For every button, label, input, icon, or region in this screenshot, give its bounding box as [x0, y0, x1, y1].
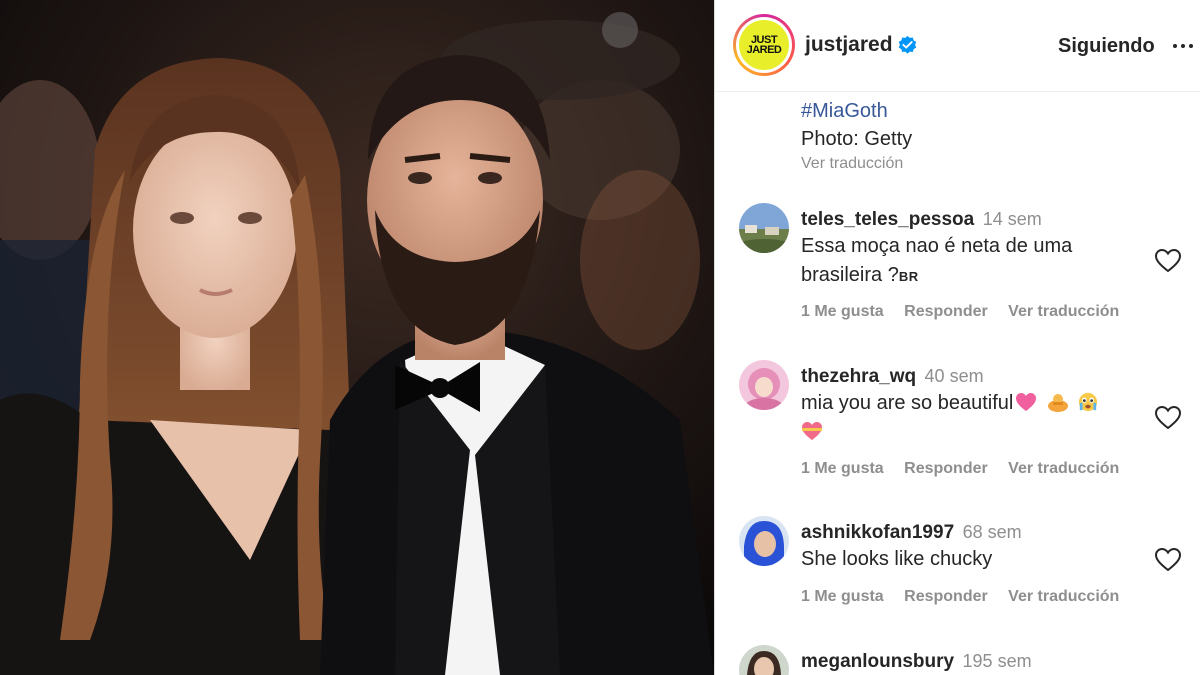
commenter-avatar[interactable] [739, 360, 789, 410]
logo-text-line2: JARED [746, 44, 782, 56]
comment-text: She looks like chucky [801, 545, 1151, 574]
post-caption: #MiaGoth Photo: Getty Ver traducción [801, 99, 1181, 173]
justjared-logo: JUST JARED [739, 20, 789, 70]
comment-time: 40 sem [924, 366, 984, 386]
brazil-flag-text: BR [898, 269, 919, 284]
bowing-emoji-icon [1048, 394, 1069, 412]
comment-reply-button[interactable]: Responder [904, 303, 988, 320]
commenter-avatar[interactable] [739, 516, 789, 566]
comment-username[interactable]: meganlounsbury [801, 651, 954, 672]
comment-reply-button[interactable]: Responder [904, 588, 988, 605]
comment-like-count[interactable]: 1 Me gusta [801, 303, 884, 320]
heart-icon[interactable] [1155, 406, 1181, 430]
comment-translate-link[interactable]: Ver traducción [1008, 588, 1119, 605]
caption-hashtag[interactable]: #MiaGoth [801, 99, 1181, 123]
post-side-panel: JUST JARED justjared Siguiendo #MiaGoth … [714, 0, 1200, 675]
comment-text: Essa moça nao é neta de uma brasileira ?… [801, 232, 1151, 291]
heart-icon[interactable] [1155, 249, 1181, 273]
post-photo[interactable] [0, 0, 714, 675]
commenter-avatar[interactable] [739, 645, 789, 675]
comment-text: mia you are so beautiful [801, 389, 1151, 447]
comment-username[interactable]: thezehra_wq [801, 366, 916, 387]
comment-text-line1: mia you are so beautiful [801, 392, 1014, 414]
comment-actions: 1 Me gusta Responder Ver traducción [801, 303, 1135, 321]
comment-text-line1: Essa moça nao é neta de uma [801, 235, 1073, 257]
red-carpet-photo [0, 0, 714, 675]
more-options-icon[interactable] [1169, 32, 1197, 60]
post-username[interactable]: justjared [805, 33, 893, 57]
post-header: JUST JARED justjared Siguiendo [715, 0, 1200, 92]
comment-translate-link[interactable]: Ver traducción [1008, 460, 1119, 477]
heart-with-ribbon-icon [802, 422, 822, 440]
comment-time: 195 sem [962, 651, 1032, 671]
crying-face-icon [1079, 392, 1098, 412]
caption-photo-credit: Photo: Getty [801, 128, 913, 150]
comment-text-line2: brasileira ? [801, 264, 899, 286]
comment-translate-link[interactable]: Ver traducción [1008, 303, 1119, 320]
comment-like-count[interactable]: 1 Me gusta [801, 460, 884, 477]
comment-reply-button[interactable]: Responder [904, 460, 988, 477]
following-button[interactable]: Siguiendo [1058, 35, 1155, 58]
caption-translate-link[interactable]: Ver traducción [801, 155, 1181, 173]
comment-text-line1: She looks like chucky [801, 548, 993, 570]
sparkling-heart-icon [1016, 393, 1037, 411]
verified-badge-icon [898, 36, 917, 54]
comment-username[interactable]: teles_teles_pessoa [801, 209, 974, 230]
comment-actions: 1 Me gusta Responder Ver traducción [801, 588, 1135, 606]
heart-icon[interactable] [1155, 548, 1181, 572]
comment-time: 14 sem [982, 209, 1042, 229]
comment-like-count[interactable]: 1 Me gusta [801, 588, 884, 605]
commenter-avatar[interactable] [739, 203, 789, 253]
profile-avatar[interactable]: JUST JARED [733, 14, 795, 76]
comment-actions: 1 Me gusta Responder Ver traducción [801, 460, 1135, 478]
comment-username[interactable]: ashnikkofan1997 [801, 522, 954, 543]
comment-time: 68 sem [962, 522, 1022, 542]
